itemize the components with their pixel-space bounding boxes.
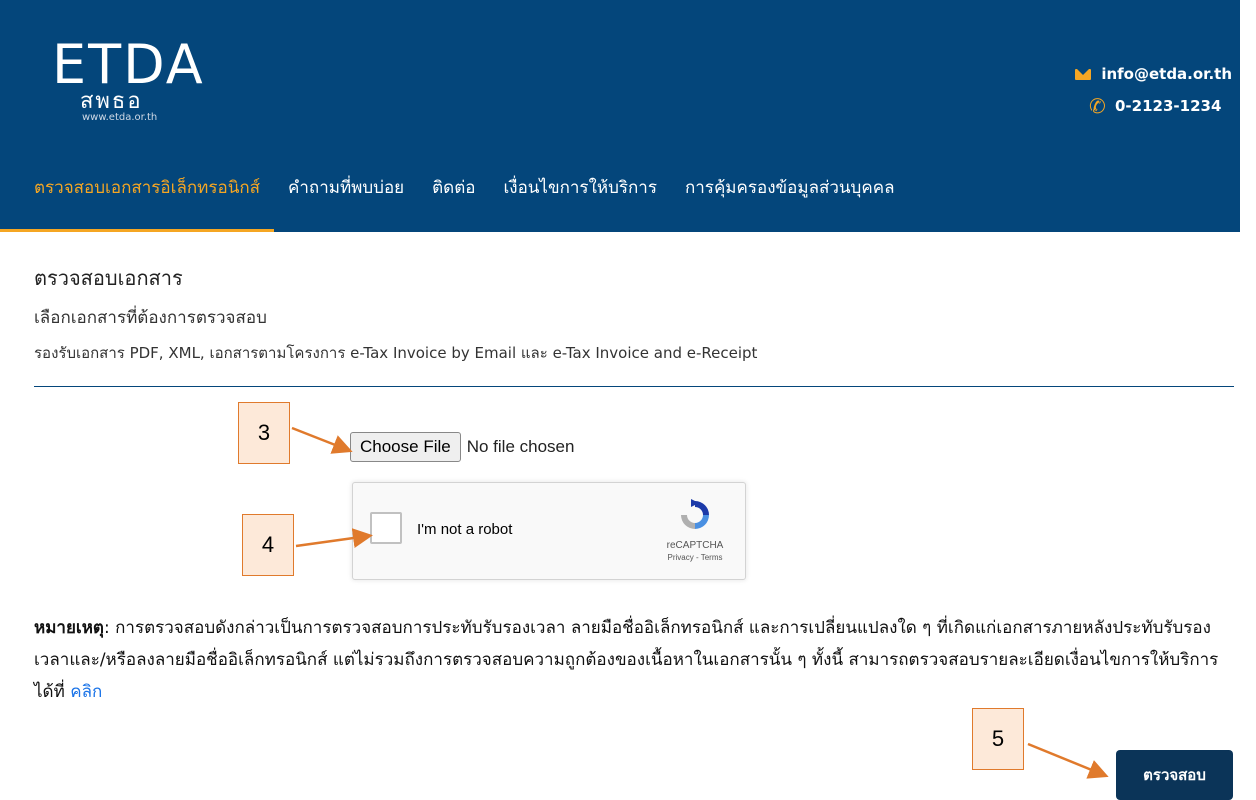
page-title: ตรวจสอบเอกสาร [34,266,183,290]
nav-item-contact[interactable]: ติดต่อ [432,158,475,232]
recaptcha-links[interactable]: Privacy - Terms [663,553,727,562]
recaptcha-label: I'm not a robot [417,521,513,538]
logo-url: www.etda.or.th [82,112,158,123]
terms-link[interactable]: คลิก [70,682,102,702]
supported-formats: รองรับเอกสาร PDF, XML, เอกสารตามโครงการ … [34,344,758,362]
arrow-5 [1027,742,1109,779]
nav-item-verify-document[interactable]: ตรวจสอบเอกสารอิเล็กทรอนิกส์ [0,158,274,232]
disclaimer-note: หมายเหตุ: การตรวจสอบดังกล่าวเป็นการตรวจส… [34,612,1234,708]
recaptcha-brand: reCAPTCHA [666,540,724,551]
main-nav: ตรวจสอบเอกสารอิเล็กทรอนิกส์ คำถามที่พบบ่… [0,158,922,232]
site-header: ETDA สพธอ www.etda.or.th info@etda.or.th… [0,0,1240,232]
note-label: หมายเหตุ [34,618,104,638]
verify-section: ตรวจสอบเอกสาร เลือกเอกสารที่ต้องการตรวจส… [34,262,1234,365]
contact-info: info@etda.or.th ✆ 0-2123-1234 [1075,58,1232,122]
note-text: : การตรวจสอบดังกล่าวเป็นการตรวจสอบการประ… [34,618,1219,702]
recaptcha-checkbox[interactable] [370,512,402,544]
recaptcha-widget: I'm not a robot reCAPTCHA Privacy - Term… [352,482,746,580]
phone-icon: ✆ [1089,94,1106,118]
page-subtitle: เลือกเอกสารที่ต้องการตรวจสอบ [34,308,267,328]
email-text: info@etda.or.th [1101,65,1232,83]
contact-email[interactable]: info@etda.or.th [1075,58,1232,90]
file-input[interactable]: Choose File No file chosen [350,432,574,462]
file-status: No file chosen [466,437,575,456]
choose-file-button[interactable]: Choose File [350,432,461,462]
nav-item-faq[interactable]: คำถามที่พบบ่อย [288,158,404,232]
arrow-3 [291,426,353,454]
nav-item-terms[interactable]: เงื่อนไขการให้บริการ [503,158,656,232]
contact-phone[interactable]: ✆ 0-2123-1234 [1075,90,1232,122]
verify-button[interactable]: ตรวจสอบ [1116,750,1233,800]
callout-4: 4 [242,514,294,576]
recaptcha-icon [681,499,709,529]
section-divider [34,386,1234,387]
mail-icon [1075,68,1092,80]
callout-3: 3 [238,402,290,464]
logo-text: ETDA [52,33,205,96]
phone-text: 0-2123-1234 [1115,97,1222,115]
nav-item-privacy[interactable]: การคุ้มครองข้อมูลส่วนบุคคล [685,158,895,232]
callout-5: 5 [972,708,1024,770]
etda-logo[interactable]: ETDA สพธอ www.etda.or.th [52,38,212,128]
recaptcha-logo: reCAPTCHA Privacy - Terms [663,497,727,562]
